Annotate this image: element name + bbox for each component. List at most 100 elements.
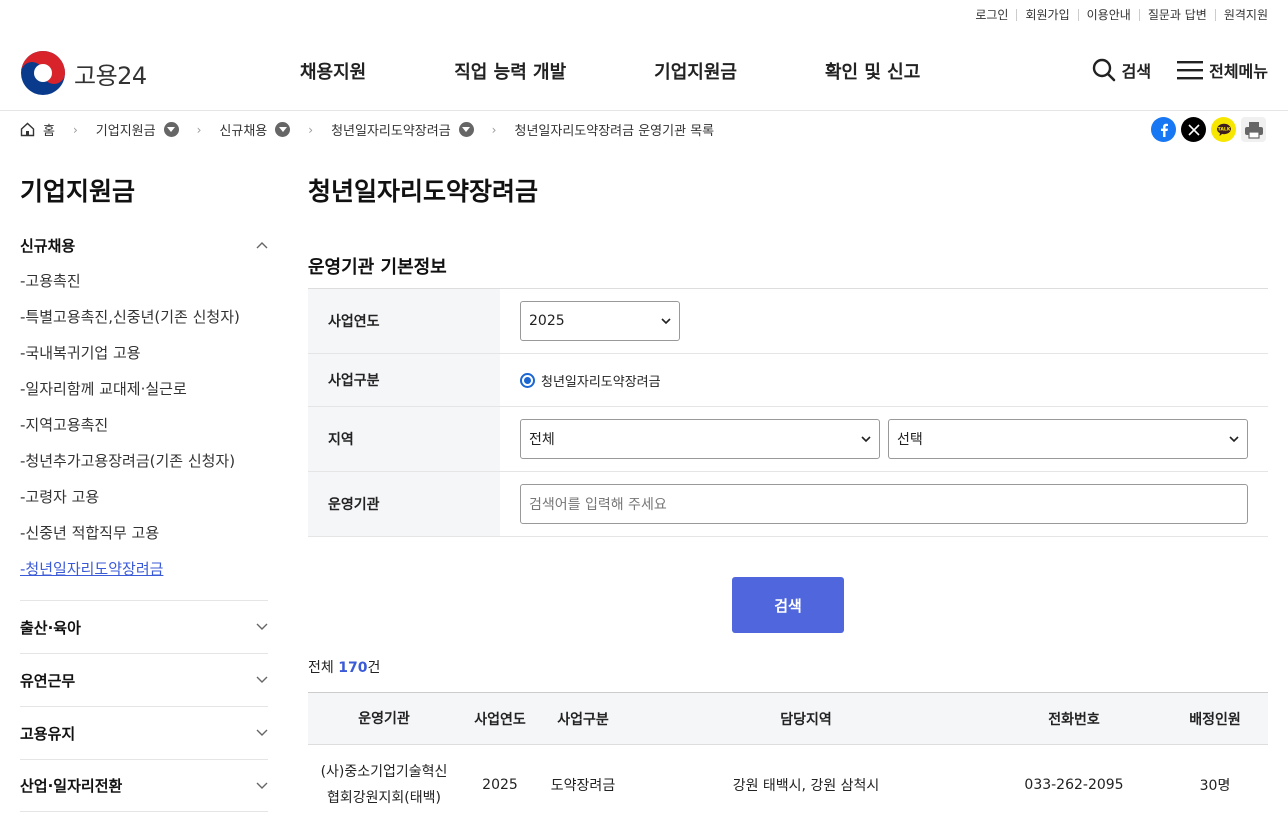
type-radio[interactable]: 청년일자리도약장려금 bbox=[520, 371, 661, 390]
sidebar-group-industry-transition[interactable]: 산업·일자리전환 bbox=[20, 759, 268, 812]
all-menu-button[interactable]: 전체메뉴 bbox=[1177, 58, 1268, 82]
search-submit-button[interactable]: 검색 bbox=[732, 577, 844, 633]
cell-region: 강원 태백시, 강원 삼척시 bbox=[732, 778, 880, 794]
type-label: 사업구분 bbox=[308, 354, 500, 406]
cell-type: 도약장려금 bbox=[550, 778, 616, 794]
page-title: 청년일자리도약장려금 bbox=[308, 177, 539, 206]
form-cell: 검색어를 입력해 주세요 bbox=[500, 472, 1268, 536]
logo-text: 고용24 bbox=[74, 61, 147, 90]
sidebar-item[interactable]: -국내복귀기업 고용 bbox=[20, 334, 268, 370]
radio-selected-icon bbox=[520, 372, 535, 388]
x-icon[interactable] bbox=[1181, 117, 1206, 142]
qna-link[interactable]: 질문과 답변 bbox=[1140, 6, 1215, 23]
sidebar-item[interactable]: -고용촉진 bbox=[20, 262, 268, 298]
sidebar-group-label: 출산·육아 bbox=[20, 618, 81, 637]
sidebar-item[interactable]: -고령자 고용 bbox=[20, 478, 268, 514]
header-actions: 검색 전체메뉴 bbox=[1092, 58, 1268, 82]
org-label: 운영기관 bbox=[308, 472, 500, 536]
main-nav: 채용지원 직업 능력 개발 기업지원금 확인 및 신고 bbox=[300, 58, 920, 84]
col-year: 사업연도 bbox=[474, 711, 526, 728]
sidebar-group-employment-retention[interactable]: 고용유지 bbox=[20, 706, 268, 759]
sidebar-item[interactable]: -지역고용촉진 bbox=[20, 406, 268, 442]
total-count: 170 bbox=[338, 660, 368, 676]
search-button[interactable]: 검색 bbox=[1092, 58, 1151, 82]
year-label: 사업연도 bbox=[308, 289, 500, 353]
chevron-down-icon bbox=[256, 676, 268, 683]
svg-text:TALK: TALK bbox=[1217, 126, 1230, 132]
sidebar-item-active[interactable]: -청년일자리도약장려금 bbox=[20, 550, 268, 586]
cell-org: (사)중소기업기술혁신 협회강원지회(태백) bbox=[308, 759, 460, 811]
hamburger-icon bbox=[1177, 61, 1204, 80]
signup-link[interactable]: 회원가입 bbox=[1017, 6, 1077, 23]
region-province-value: 전체 bbox=[529, 432, 555, 448]
chevron-down-icon bbox=[661, 317, 671, 324]
form-row-org: 운영기관 검색어를 입력해 주세요 bbox=[308, 472, 1268, 537]
cell-org-line: 협회강원지회(태백) bbox=[327, 790, 441, 806]
sidebar-group-label: 산업·일자리전환 bbox=[20, 777, 123, 795]
nav-verification-report[interactable]: 확인 및 신고 bbox=[825, 58, 920, 84]
sidebar-nav: 신규채용 -고용촉진 -특별고용촉진,신중년(기존 신청자) -국내복귀기업 고… bbox=[20, 230, 268, 812]
breadcrumb-label: 기업지원금 bbox=[95, 124, 156, 139]
form-row-type: 사업구분 청년일자리도약장려금 bbox=[308, 354, 1268, 407]
search-icon bbox=[1092, 58, 1115, 82]
breadcrumb-item-subsidies[interactable]: 기업지원금 bbox=[96, 120, 179, 139]
search-form: 사업연도 2025 사업구분 청년일자리도약장려금 지역 전체 선택 운영기관 … bbox=[308, 288, 1268, 537]
chevron-down-icon bbox=[256, 623, 268, 630]
site-logo[interactable]: 고용24 bbox=[20, 50, 147, 96]
login-link[interactable]: 로그인 bbox=[967, 6, 1016, 23]
remote-support-link[interactable]: 원격지원 bbox=[1216, 6, 1268, 23]
form-cell: 2025 bbox=[500, 289, 1268, 353]
share-buttons: TALK bbox=[1151, 117, 1266, 142]
chevron-down-icon bbox=[458, 122, 474, 137]
type-radio-label: 청년일자리도약장려금 bbox=[541, 374, 661, 390]
sidebar-item[interactable]: -청년추가고용장려금(기존 신청자) bbox=[20, 442, 268, 478]
year-select[interactable]: 2025 bbox=[520, 301, 680, 341]
sidebar-group-flexible-work[interactable]: 유연근무 bbox=[20, 653, 268, 706]
table-row[interactable]: (사)중소기업기술혁신 협회강원지회(태백) 2025 도약장려금 강원 태백시… bbox=[308, 745, 1268, 819]
col-org: 운영기관 bbox=[358, 710, 410, 727]
facebook-icon[interactable] bbox=[1151, 117, 1176, 142]
form-row-year: 사업연도 2025 bbox=[308, 289, 1268, 354]
chevron-down-icon bbox=[256, 782, 268, 789]
header-divider bbox=[0, 110, 1288, 111]
chevron-down-icon bbox=[1229, 435, 1239, 442]
cell-org-line: (사)중소기업기술혁신 bbox=[320, 764, 448, 780]
sidebar-item[interactable]: -일자리함께 교대제·실근로 bbox=[20, 370, 268, 406]
table-header: 운영기관 사업연도 사업구분 담당지역 전화번호 배정인원 bbox=[308, 692, 1268, 745]
col-type: 사업구분 bbox=[557, 711, 609, 728]
breadcrumb-item-youth-leap[interactable]: 청년일자리도약장려금 bbox=[331, 120, 474, 139]
cell-quota: 30명 bbox=[1199, 778, 1231, 794]
sidebar-group-childcare[interactable]: 출산·육아 bbox=[20, 600, 268, 653]
chevron-down-icon bbox=[275, 122, 291, 137]
breadcrumb: 홈 › 기업지원금 › 신규채용 › 청년일자리도약장려금 › 청년일자리도약장… bbox=[20, 120, 714, 139]
nav-subsidies[interactable]: 기업지원금 bbox=[654, 58, 737, 84]
form-row-region: 지역 전체 선택 bbox=[308, 407, 1268, 472]
sidebar-group-label: 신규채용 bbox=[20, 236, 76, 255]
org-search-input[interactable]: 검색어를 입력해 주세요 bbox=[520, 484, 1248, 524]
sidebar-item[interactable]: -신중년 적합직무 고용 bbox=[20, 514, 268, 550]
col-phone: 전화번호 bbox=[1048, 711, 1100, 728]
nav-job-training[interactable]: 직업 능력 개발 bbox=[454, 58, 566, 84]
sidebar-group-label: 고용유지 bbox=[20, 724, 76, 743]
breadcrumb-home[interactable]: 홈 bbox=[20, 120, 55, 139]
org-table: 운영기관 사업연도 사업구분 담당지역 전화번호 배정인원 (사)중소기업기술혁… bbox=[308, 692, 1268, 819]
search-label: 검색 bbox=[1121, 62, 1152, 81]
region-city-select[interactable]: 선택 bbox=[888, 419, 1248, 459]
breadcrumb-label: 신규채용 bbox=[219, 124, 268, 139]
sidebar-item[interactable]: -특별고용촉진,신중년(기존 신청자) bbox=[20, 298, 268, 334]
nav-recruitment[interactable]: 채용지원 bbox=[300, 58, 366, 84]
all-menu-label: 전체메뉴 bbox=[1209, 62, 1268, 81]
region-province-select[interactable]: 전체 bbox=[520, 419, 880, 459]
form-cell: 전체 선택 bbox=[500, 407, 1268, 471]
print-icon[interactable] bbox=[1241, 117, 1266, 142]
sidebar-group-label: 유연근무 bbox=[20, 671, 76, 690]
breadcrumb-item-new-hire[interactable]: 신규채용 bbox=[219, 120, 291, 139]
chevron-right-icon: › bbox=[491, 122, 497, 137]
utility-bar: 로그인 회원가입 이용안내 질문과 답변 원격지원 bbox=[967, 6, 1268, 23]
kakaotalk-icon[interactable]: TALK bbox=[1211, 117, 1236, 142]
cell-year: 2025 bbox=[482, 777, 518, 793]
chevron-down-icon bbox=[163, 122, 179, 137]
guide-link[interactable]: 이용안내 bbox=[1079, 6, 1139, 23]
sidebar-group-new-hire[interactable]: 신규채용 bbox=[20, 230, 268, 260]
taegeuk-logo-icon bbox=[21, 51, 65, 95]
